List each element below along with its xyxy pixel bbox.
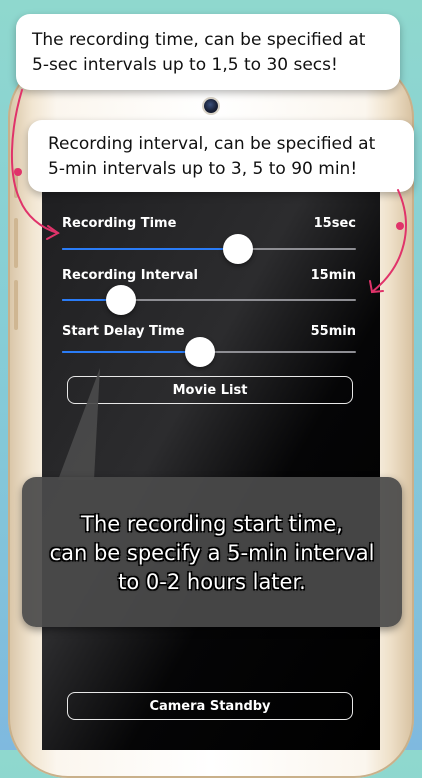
recording-time-arrowhead [46, 225, 60, 240]
recording-time-arrow [10, 89, 59, 234]
recording-interval-arrow [371, 189, 407, 293]
callout-arrows [10, 89, 407, 294]
